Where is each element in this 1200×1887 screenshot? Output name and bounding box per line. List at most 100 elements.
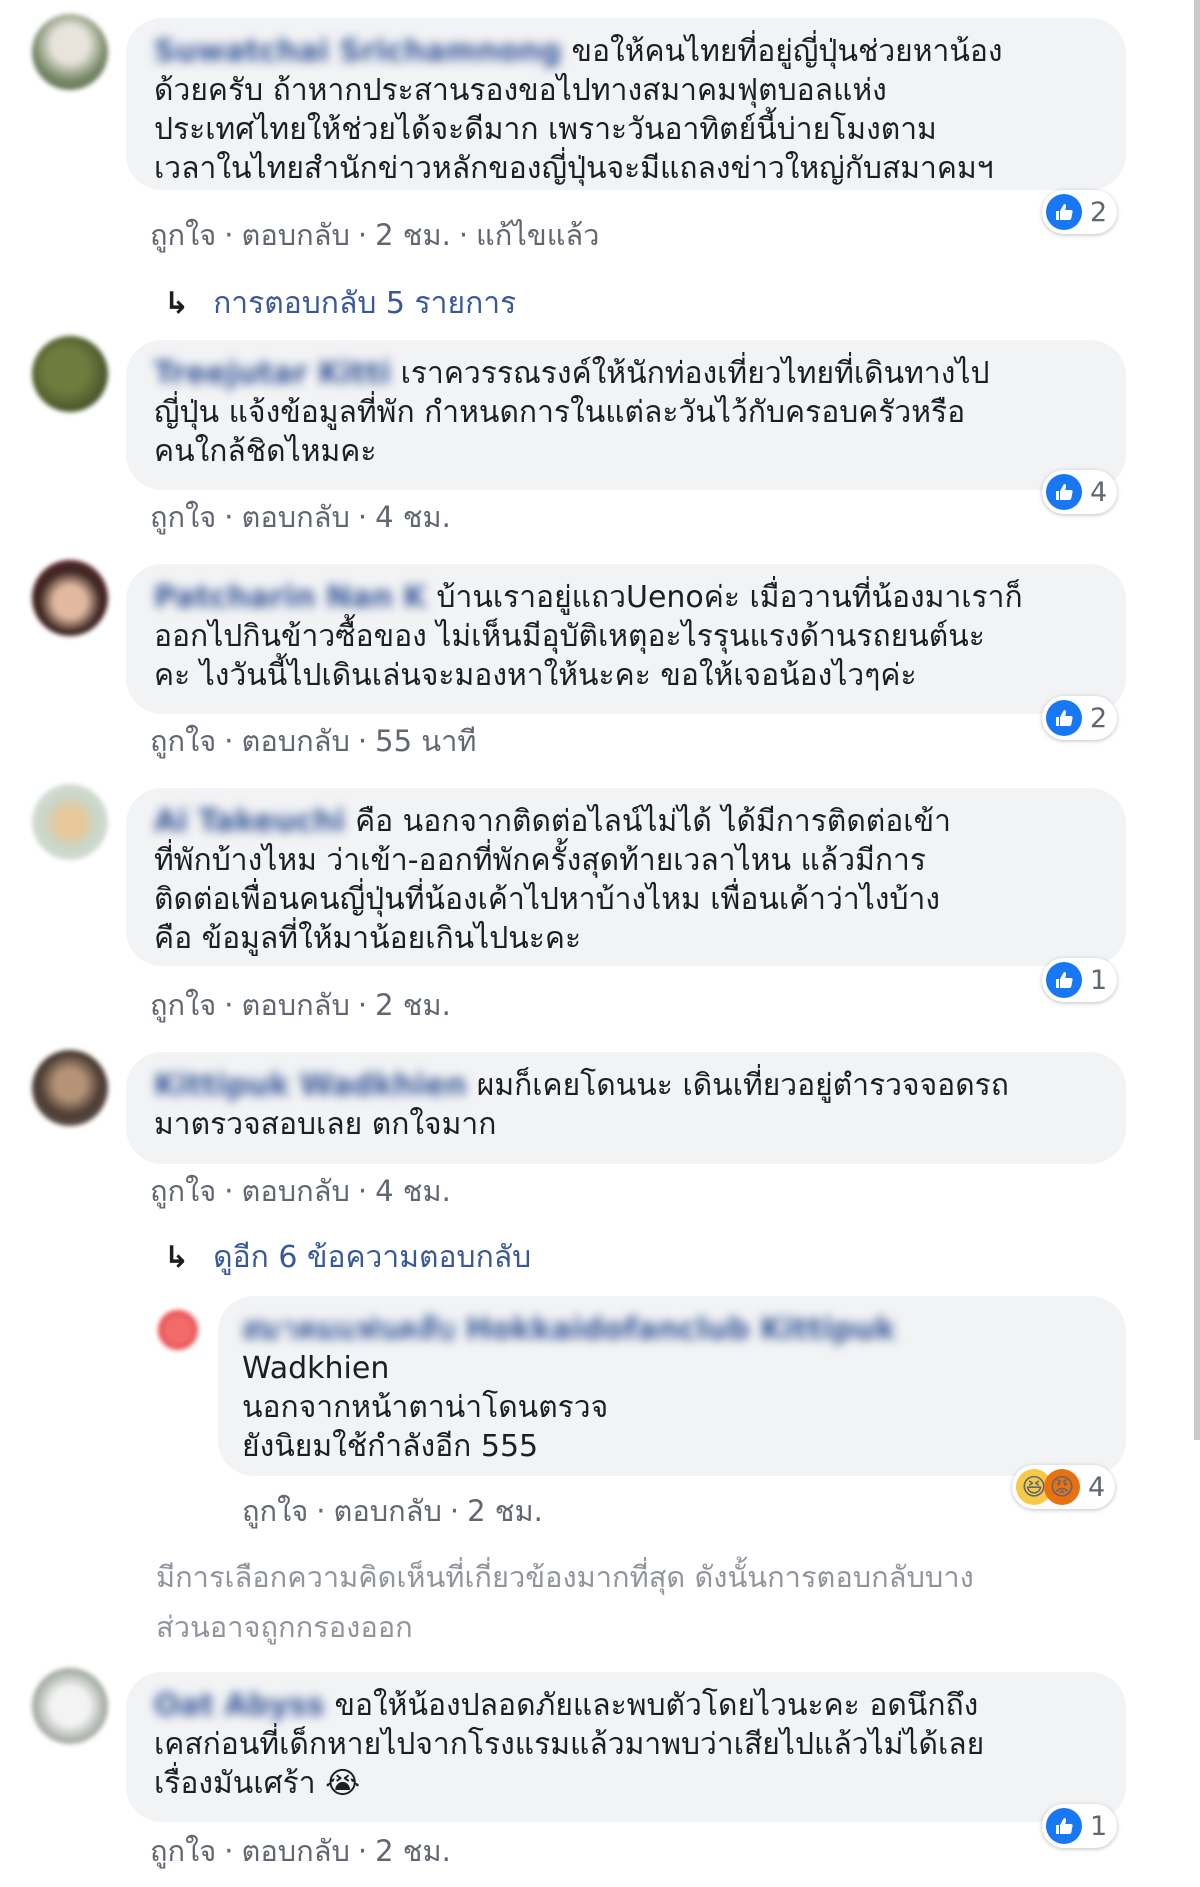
- like-reaction-icon: [1046, 1808, 1082, 1844]
- comment-bubble: Kittipuk Wadkhien ผมก็เคยโดนนะ เดินเที่ยว…: [126, 1052, 1126, 1164]
- comment-actions: ถูกใจ · ตอบกลับ · 2 ชม.: [150, 988, 451, 1022]
- filter-notice: มีการเลือกความคิดเห็นที่เกี่ยวข้องมากที่…: [156, 1552, 974, 1652]
- comment-bubble: Oat Abyss ขอให้น้องปลอดภัยและพบตัวโดยไวนะ…: [126, 1672, 1126, 1822]
- reply-text: Wadkhien: [242, 1351, 390, 1386]
- like-link[interactable]: ถูกใจ: [150, 1174, 216, 1208]
- reply-bubble: สมาคมแฟนคลับ Hokkaidofanclub Kittipuk Wa…: [218, 1296, 1126, 1476]
- timestamp[interactable]: 4 ชม.: [375, 1174, 451, 1208]
- timestamp[interactable]: 55 นาที: [375, 724, 476, 758]
- reaction-number: 4: [1090, 476, 1108, 508]
- scrollbar[interactable]: [1194, 0, 1200, 1440]
- comment-text: ออกไปกินข้าวซื้อของ ไม่เห็นมีอุบัติเหตุอ…: [154, 619, 985, 654]
- comment-text: ขอให้คนไทยที่อยู่ญี่ปุ่นช่วยหาน้อง: [571, 34, 1003, 69]
- comment-text: เรื่องมันเศร้า: [154, 1766, 316, 1801]
- comment-text: คะ ไงวันนี้ไปเดินเล่นจะมองหาให้นะคะ ขอให…: [154, 658, 917, 693]
- reply-actions: ถูกใจ · ตอบกลับ · 2 ชม.: [242, 1494, 543, 1528]
- comment-text: ที่พักบ้างไหม ว่าเข้า-ออกที่พักครั้งสุดท…: [154, 843, 926, 878]
- like-link[interactable]: ถูกใจ: [150, 724, 216, 758]
- reply-link[interactable]: ตอบกลับ: [242, 988, 350, 1022]
- view-replies-label: ดูอีก 6 ข้อความตอบกลับ: [213, 1240, 532, 1275]
- commenter-name[interactable]: Ai Takeuchi: [154, 804, 345, 839]
- comment-bubble: Treejutar Kitti เราควรรณรงค์ให้นักท่องเที…: [126, 340, 1126, 490]
- commenter-name[interactable]: สมาคมแฟนคลับ Hokkaidofanclub Kittipuk: [242, 1312, 895, 1347]
- comment-text: ขอให้น้องปลอดภัยและพบตัวโดยไวนะคะ อดนึกถ…: [334, 1688, 979, 1723]
- comment-text: คนใกล้ชิดไหมคะ: [154, 434, 377, 469]
- reaction-number: 4: [1088, 1471, 1106, 1503]
- like-reaction-icon: [1046, 194, 1082, 230]
- reply-text: ยังนิยมใช้กำลังอีก 555: [242, 1429, 539, 1464]
- reaction-count[interactable]: 😆 😡 4: [1012, 1465, 1116, 1509]
- reaction-number: 1: [1090, 964, 1108, 996]
- edited-label[interactable]: แก้ไขแล้ว: [476, 218, 599, 252]
- view-replies-label: การตอบกลับ 5 รายการ: [213, 286, 517, 321]
- comment-actions: ถูกใจ · ตอบกลับ · 2 ชม.: [150, 1834, 451, 1868]
- reply-link[interactable]: ตอบกลับ: [242, 1174, 350, 1208]
- avatar[interactable]: [32, 1050, 108, 1126]
- like-link[interactable]: ถูกใจ: [150, 1834, 216, 1868]
- comment-text: ด้วยครับ ถ้าหากประสานรองขอไปทางสมาคมฟุตบ…: [154, 73, 887, 108]
- reaction-count[interactable]: 1: [1042, 1804, 1118, 1848]
- like-link[interactable]: ถูกใจ: [150, 218, 216, 252]
- comment-text: ประเทศไทยให้ช่วยได้จะดีมาก เพราะวันอาทิต…: [154, 112, 937, 147]
- comment-actions: ถูกใจ · ตอบกลับ · 2 ชม. · แก้ไขแล้ว: [150, 218, 600, 252]
- reaction-number: 2: [1090, 702, 1108, 734]
- crying-emoji: 😭: [325, 1766, 361, 1801]
- reply-link[interactable]: ตอบกลับ: [334, 1494, 442, 1528]
- comment-text: เคสก่อนที่เด็กหายไปจากโรงแรมแล้วมาพบว่าเ…: [154, 1727, 985, 1762]
- timestamp[interactable]: 2 ชม.: [467, 1494, 543, 1528]
- filter-notice-line: ส่วนอาจถูกกรองออก: [156, 1610, 413, 1644]
- comment-text: เราควรรณรงค์ให้นักท่องเที่ยวไทยที่เดินทา…: [400, 356, 990, 391]
- avatar[interactable]: [32, 14, 108, 90]
- view-more-replies-link[interactable]: ↳ ดูอีก 6 ข้อความตอบกลับ: [164, 1234, 531, 1281]
- comment-text: คือ นอกจากติดต่อไลน์ไม่ได้ ได้มีการติดต่…: [355, 804, 951, 839]
- reply-link[interactable]: ตอบกลับ: [242, 500, 350, 534]
- comment-actions: ถูกใจ · ตอบกลับ · 4 ชม.: [150, 500, 451, 534]
- like-link[interactable]: ถูกใจ: [150, 988, 216, 1022]
- comment-actions: ถูกใจ · ตอบกลับ · 55 นาที: [150, 724, 477, 758]
- commenter-name[interactable]: Oat Abyss: [154, 1688, 325, 1723]
- reply-link[interactable]: ตอบกลับ: [242, 218, 350, 252]
- reaction-count[interactable]: 2: [1042, 696, 1118, 740]
- like-link[interactable]: ถูกใจ: [150, 500, 216, 534]
- avatar[interactable]: [32, 336, 108, 412]
- angry-reaction-icon: 😡: [1044, 1469, 1080, 1505]
- filter-notice-line: มีการเลือกความคิดเห็นที่เกี่ยวข้องมากที่…: [156, 1560, 974, 1594]
- comment-actions: ถูกใจ · ตอบกลับ · 4 ชม.: [150, 1174, 451, 1208]
- like-link[interactable]: ถูกใจ: [242, 1494, 308, 1528]
- comment-bubble: Suwatchai Srichamnong ขอให้คนไทยที่อยู่ญี…: [126, 18, 1126, 190]
- comment-text: เวลาในไทยสำนักข่าวหลักของญี่ปุ่นจะมีแถลง…: [154, 151, 994, 186]
- comment-text: มาตรวจสอบเลย ตกใจมาก: [154, 1107, 497, 1142]
- comment-text: คือ ข้อมูลที่ให้มาน้อยเกินไปนะคะ: [154, 921, 582, 956]
- reaction-count[interactable]: 2: [1042, 190, 1118, 234]
- like-reaction-icon: [1046, 962, 1082, 998]
- comment-text: บ้านเราอยู่แถวUenoค่ะ เมื่อวานที่น้องมาเ…: [436, 580, 1023, 615]
- reaction-count[interactable]: 1: [1042, 958, 1118, 1002]
- reply-link[interactable]: ตอบกลับ: [242, 724, 350, 758]
- avatar[interactable]: [32, 560, 108, 636]
- timestamp[interactable]: 2 ชม.: [375, 1834, 451, 1868]
- reaction-number: 2: [1090, 196, 1108, 228]
- reply-arrow-icon: ↳: [164, 286, 190, 321]
- timestamp[interactable]: 2 ชม.: [375, 218, 451, 252]
- commenter-name[interactable]: Suwatchai Srichamnong: [154, 34, 562, 69]
- reply-link[interactable]: ตอบกลับ: [242, 1834, 350, 1868]
- comment-text: ติดต่อเพื่อนคนญี่ปุ่นที่น้องเค้าไปหาบ้าง…: [154, 882, 940, 917]
- commenter-name[interactable]: Treejutar Kitti: [154, 356, 391, 391]
- timestamp[interactable]: 4 ชม.: [375, 500, 451, 534]
- like-reaction-icon: [1046, 700, 1082, 736]
- avatar[interactable]: [32, 784, 108, 860]
- comment-text: ผมก็เคยโดนนะ เดินเที่ยวอยู่ตำรวจจอดรถ: [476, 1068, 1009, 1103]
- reply-arrow-icon: ↳: [164, 1240, 190, 1275]
- avatar[interactable]: [32, 1668, 108, 1744]
- like-reaction-icon: [1046, 474, 1082, 510]
- reaction-number: 1: [1090, 1810, 1108, 1842]
- reply-text: นอกจากหน้าตาน่าโดนตรวจ: [242, 1390, 609, 1425]
- commenter-name[interactable]: Kittipuk Wadkhien: [154, 1068, 467, 1103]
- page-avatar[interactable]: [158, 1310, 198, 1350]
- view-replies-link[interactable]: ↳ การตอบกลับ 5 รายการ: [164, 280, 516, 327]
- commenter-name[interactable]: Patcharin Nan K: [154, 580, 426, 615]
- reaction-count[interactable]: 4: [1042, 470, 1118, 514]
- timestamp[interactable]: 2 ชม.: [375, 988, 451, 1022]
- comment-bubble: Ai Takeuchi คือ นอกจากติดต่อไลน์ไม่ได้ ได…: [126, 788, 1126, 966]
- comment-bubble: Patcharin Nan K บ้านเราอยู่แถวUenoค่ะ เมื…: [126, 564, 1126, 714]
